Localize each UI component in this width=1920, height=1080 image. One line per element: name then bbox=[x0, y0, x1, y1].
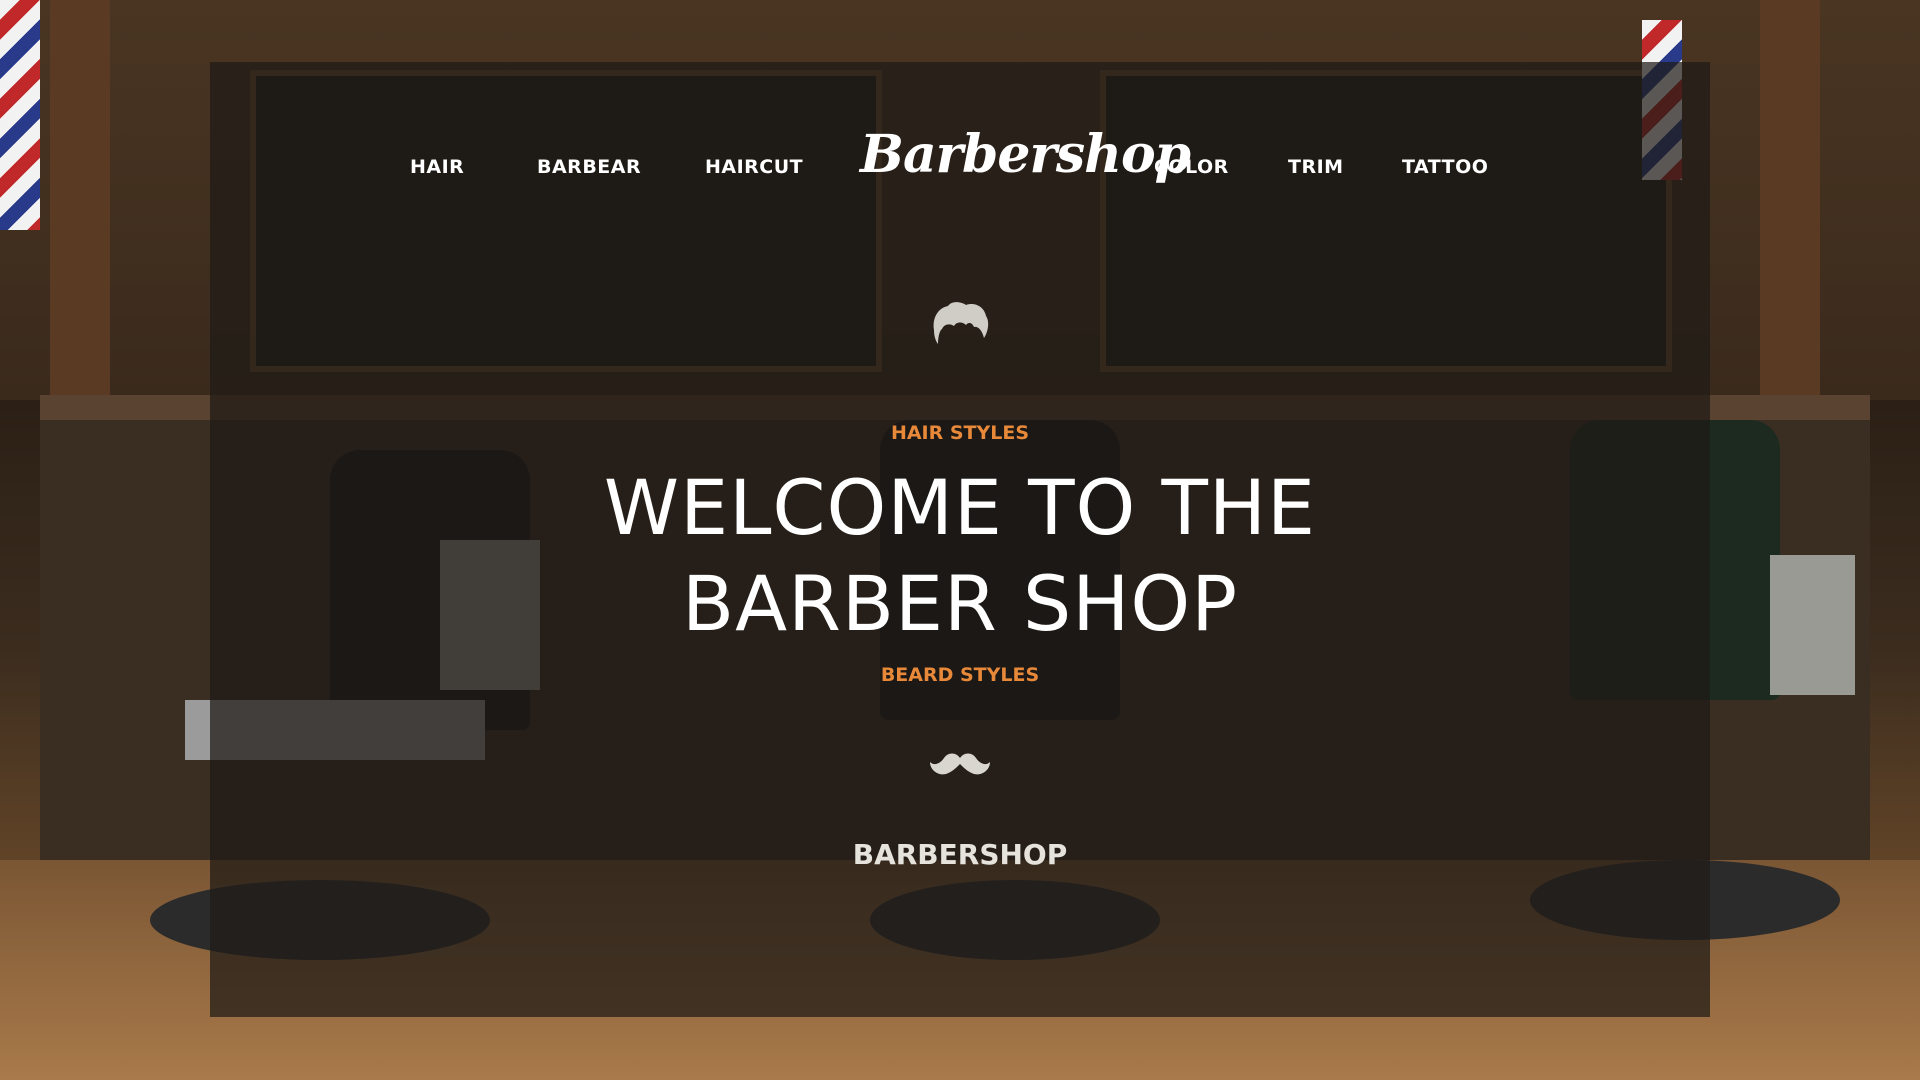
beard-styles-kicker: BEARD STYLES bbox=[880, 664, 1040, 686]
hero-section: HAIR BARBEAR HAIRCUT Barbershop COLOR TR… bbox=[0, 0, 1920, 1080]
nav-link-barbear[interactable]: BARBEAR bbox=[537, 156, 641, 178]
mustache-icon bbox=[930, 753, 990, 775]
hair-icon bbox=[933, 302, 989, 344]
nav-link-haircut[interactable]: HAIRCUT bbox=[705, 156, 803, 178]
nav-link-tattoo[interactable]: TATTOO bbox=[1402, 156, 1488, 178]
page-title: WELCOME TO THE BARBER SHOP bbox=[460, 460, 1460, 652]
nav-link-hair[interactable]: HAIR bbox=[410, 156, 464, 178]
hair-styles-kicker: HAIR STYLES bbox=[890, 422, 1030, 444]
site-logo[interactable]: Barbershop bbox=[860, 124, 1191, 185]
brand-footer-text: BARBERSHOP bbox=[852, 838, 1068, 871]
page-title-line-2: BARBER SHOP bbox=[681, 559, 1239, 648]
towel-right bbox=[1770, 555, 1855, 695]
page-title-line-1: WELCOME TO THE bbox=[603, 463, 1317, 552]
nav-link-color[interactable]: COLOR bbox=[1154, 156, 1229, 178]
nav-link-trim[interactable]: TRIM bbox=[1288, 156, 1344, 178]
barber-pole-left bbox=[0, 0, 40, 230]
